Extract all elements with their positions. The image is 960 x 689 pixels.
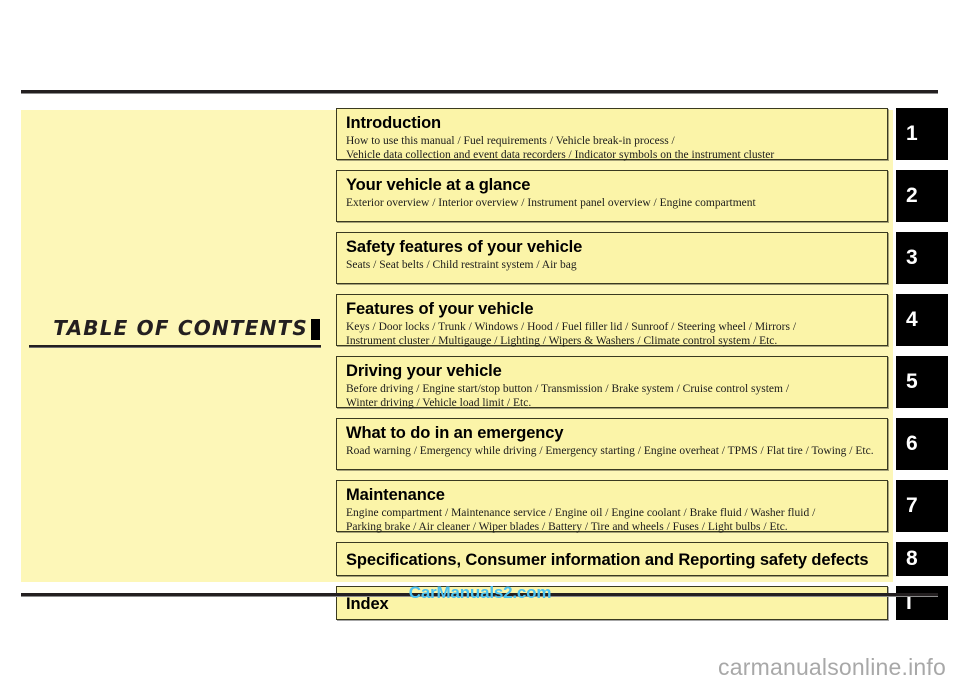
table-of-contents-title-block: TABLE OF CONTENTS: [29, 316, 321, 348]
chapter-tab-8[interactable]: 8: [896, 542, 948, 576]
toc-section-heading: Introduction: [346, 114, 442, 132]
toc-section-heading: Specifications, Consumer information and…: [346, 551, 869, 569]
watermark-carmanuals2: CarManuals2.com: [408, 583, 552, 602]
toc-section-subtitle-line: Seats / Seat belts / Child restraint sys…: [346, 259, 577, 272]
toc-section-subtitle: Seats / Seat belts / Child restraint sys…: [346, 258, 878, 272]
chapter-tab-5[interactable]: 5: [896, 356, 948, 408]
toc-section-box[interactable]: Maintenance Engine compartment / Maintena…: [336, 480, 888, 534]
toc-section-box[interactable]: Specifications, Consumer information and…: [336, 542, 888, 576]
toc-section-heading: Safety features of your vehicle: [346, 238, 583, 256]
toc-section-row: Features of your vehicle Keys / Door lock…: [336, 294, 948, 348]
toc-section-subtitle: Road warning / Emergency while driving /…: [346, 444, 878, 458]
title-square-marker-icon: [311, 319, 320, 340]
toc-section-subtitle: Before driving / Engine start/stop butto…: [346, 382, 878, 410]
page-title: TABLE OF CONTENTS: [53, 316, 308, 340]
toc-section-heading: Features of your vehicle: [346, 300, 534, 318]
toc-section-subtitle-line: Before driving / Engine start/stop butto…: [346, 383, 790, 396]
chapter-tab-7[interactable]: 7: [896, 480, 948, 532]
toc-section-subtitle-line: Vehicle data collection and event data r…: [346, 149, 775, 162]
toc-section-row: Introduction How to use this manual / Fue…: [336, 108, 948, 162]
toc-section-box[interactable]: Features of your vehicle Keys / Door lock…: [336, 294, 888, 348]
toc-section-subtitle-line: Road warning / Emergency while driving /…: [346, 445, 874, 458]
toc-section-subtitle: How to use this manual / Fuel requiremen…: [346, 134, 878, 162]
watermark-carmanualsonline: carmanualsonline.info: [718, 654, 946, 680]
toc-section-heading: What to do in an emergency: [346, 424, 564, 442]
toc-section-subtitle-line: Engine compartment / Maintenance service…: [346, 507, 816, 520]
toc-section-subtitle-line: Winter driving / Vehicle load limit / Et…: [346, 397, 532, 410]
header-rule: [21, 90, 938, 94]
toc-section-subtitle-line: Exterior overview / Interior overview / …: [346, 197, 756, 210]
toc-section-row: Maintenance Engine compartment / Maintena…: [336, 480, 948, 534]
title-underline: [29, 345, 321, 348]
chapter-tab-2[interactable]: 2: [896, 170, 948, 222]
toc-section-row: Driving your vehicle Before driving / Eng…: [336, 356, 948, 410]
toc-section-heading: Maintenance: [346, 486, 445, 504]
toc-section-box[interactable]: Your vehicle at a glance Exterior overvie…: [336, 170, 888, 222]
toc-section-box[interactable]: Safety features of your vehicle Seats / S…: [336, 232, 888, 284]
chapter-tab-4[interactable]: 4: [896, 294, 948, 346]
toc-section-subtitle-line: Instrument cluster / Multigauge / Lighti…: [346, 335, 778, 348]
toc-section-heading: Your vehicle at a glance: [346, 176, 531, 194]
toc-section-row: What to do in an emergency Road warning /…: [336, 418, 948, 470]
toc-section-list: Introduction How to use this manual / Fue…: [336, 108, 948, 630]
chapter-tab-3[interactable]: 3: [896, 232, 948, 284]
toc-section-row: Specifications, Consumer information and…: [336, 542, 948, 576]
toc-section-subtitle: Engine compartment / Maintenance service…: [346, 506, 878, 534]
toc-section-box[interactable]: Driving your vehicle Before driving / Eng…: [336, 356, 888, 410]
chapter-tab-1[interactable]: 1: [896, 108, 948, 160]
toc-section-subtitle: Keys / Door locks / Trunk / Windows / Ho…: [346, 320, 878, 348]
toc-section-heading: Driving your vehicle: [346, 362, 502, 380]
toc-section-subtitle-line: Keys / Door locks / Trunk / Windows / Ho…: [346, 321, 797, 334]
toc-section-row: Safety features of your vehicle Seats / S…: [336, 232, 948, 284]
toc-section-row: Your vehicle at a glance Exterior overvie…: [336, 170, 948, 222]
toc-section-box[interactable]: What to do in an emergency Road warning /…: [336, 418, 888, 470]
toc-section-box[interactable]: Introduction How to use this manual / Fue…: [336, 108, 888, 162]
toc-section-subtitle: Exterior overview / Interior overview / …: [346, 196, 878, 210]
toc-section-subtitle-line: Parking brake / Air cleaner / Wiper blad…: [346, 521, 788, 534]
toc-section-subtitle-line: How to use this manual / Fuel requiremen…: [346, 135, 675, 148]
chapter-tab-6[interactable]: 6: [896, 418, 948, 470]
